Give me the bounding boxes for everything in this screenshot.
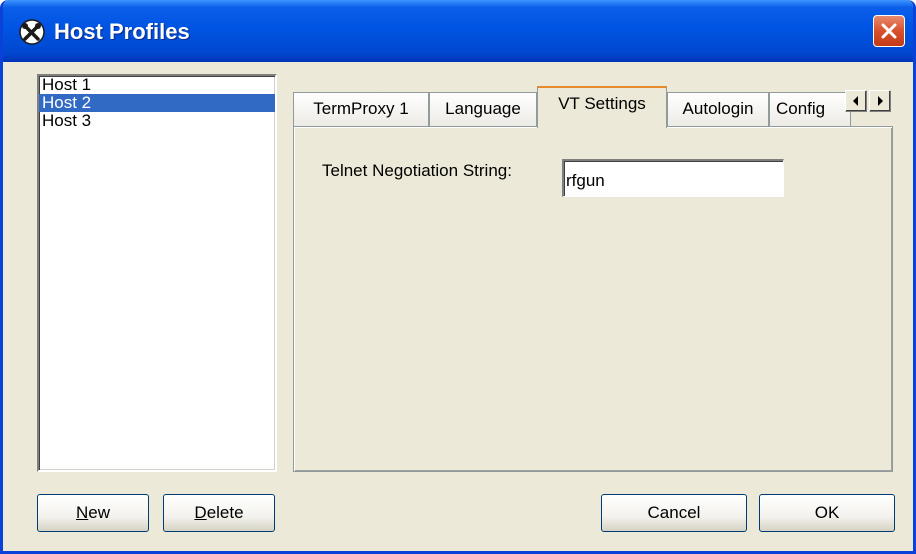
host-list[interactable]: Host 1 Host 2 Host 3 — [37, 74, 277, 472]
tab-scroll-left-button[interactable] — [845, 90, 867, 112]
ok-button[interactable]: OK — [759, 494, 895, 532]
close-button[interactable] — [873, 15, 905, 47]
tab-language[interactable]: Language — [429, 92, 537, 126]
arrow-left-icon — [853, 96, 858, 106]
tab-config[interactable]: Config — [769, 92, 851, 126]
dialog-body: Host 1 Host 2 Host 3 TermProxy 1 Languag… — [3, 62, 913, 551]
delete-button[interactable]: Delete — [163, 494, 275, 532]
new-button-label: ew — [88, 503, 110, 522]
window-title: Host Profiles — [54, 19, 190, 44]
close-icon — [881, 23, 897, 39]
tools-icon — [18, 18, 46, 46]
telnet-negotiation-label: Telnet Negotiation String: — [322, 161, 512, 180]
tab-strip: TermProxy 1 Language VT Settings Autolog… — [293, 84, 893, 128]
tab-autologin[interactable]: Autologin — [667, 92, 769, 126]
host-profiles-dialog: Host Profiles Host 1 Host 2 Host 3 TermP… — [0, 0, 916, 554]
host-list-item-selected[interactable]: Host 2 — [39, 94, 275, 112]
host-list-item[interactable]: Host 3 — [39, 112, 275, 130]
host-list-item[interactable]: Host 1 — [39, 76, 275, 94]
new-button-mnemonic: N — [75, 503, 89, 522]
delete-button-label: elete — [206, 503, 244, 522]
tab-termproxy-1[interactable]: TermProxy 1 — [293, 92, 429, 126]
arrow-right-icon — [878, 96, 883, 106]
new-button[interactable]: New — [37, 494, 149, 532]
title-bar[interactable]: Host Profiles — [3, 0, 913, 62]
delete-button-mnemonic: D — [194, 503, 207, 522]
cancel-button[interactable]: Cancel — [601, 494, 747, 532]
vt-settings-panel: Telnet Negotiation String: — [293, 126, 893, 472]
tab-vt-settings[interactable]: VT Settings — [537, 86, 667, 128]
tab-scroll-right-button[interactable] — [869, 90, 891, 112]
telnet-negotiation-input[interactable] — [562, 159, 784, 197]
